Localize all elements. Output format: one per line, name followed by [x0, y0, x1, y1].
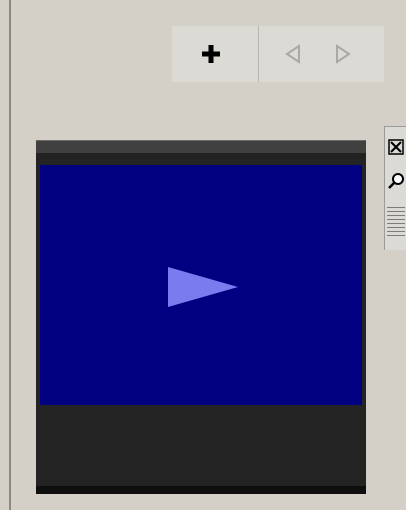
app-window — [0, 0, 406, 510]
close-button[interactable] — [387, 137, 405, 157]
add-button[interactable] — [194, 38, 228, 70]
toolbar-separator — [258, 26, 259, 82]
play-triangle-icon[interactable] — [40, 165, 362, 405]
triangle-right-icon — [336, 44, 351, 64]
previous-button[interactable] — [278, 38, 308, 70]
plus-icon — [202, 45, 220, 63]
toolbar — [172, 26, 384, 82]
player-top-bar — [36, 141, 366, 153]
video-player — [36, 140, 366, 494]
close-x-icon — [388, 139, 404, 155]
next-button[interactable] — [328, 38, 358, 70]
player-bottom-bar — [36, 486, 366, 494]
triangle-left-icon — [285, 44, 300, 64]
side-tool-panel — [384, 126, 406, 250]
search-button[interactable] — [387, 171, 405, 191]
video-screen[interactable] — [40, 165, 362, 405]
magnifier-icon — [388, 173, 404, 189]
window-left-border — [9, 0, 11, 510]
grip-lines-icon[interactable] — [387, 207, 405, 247]
